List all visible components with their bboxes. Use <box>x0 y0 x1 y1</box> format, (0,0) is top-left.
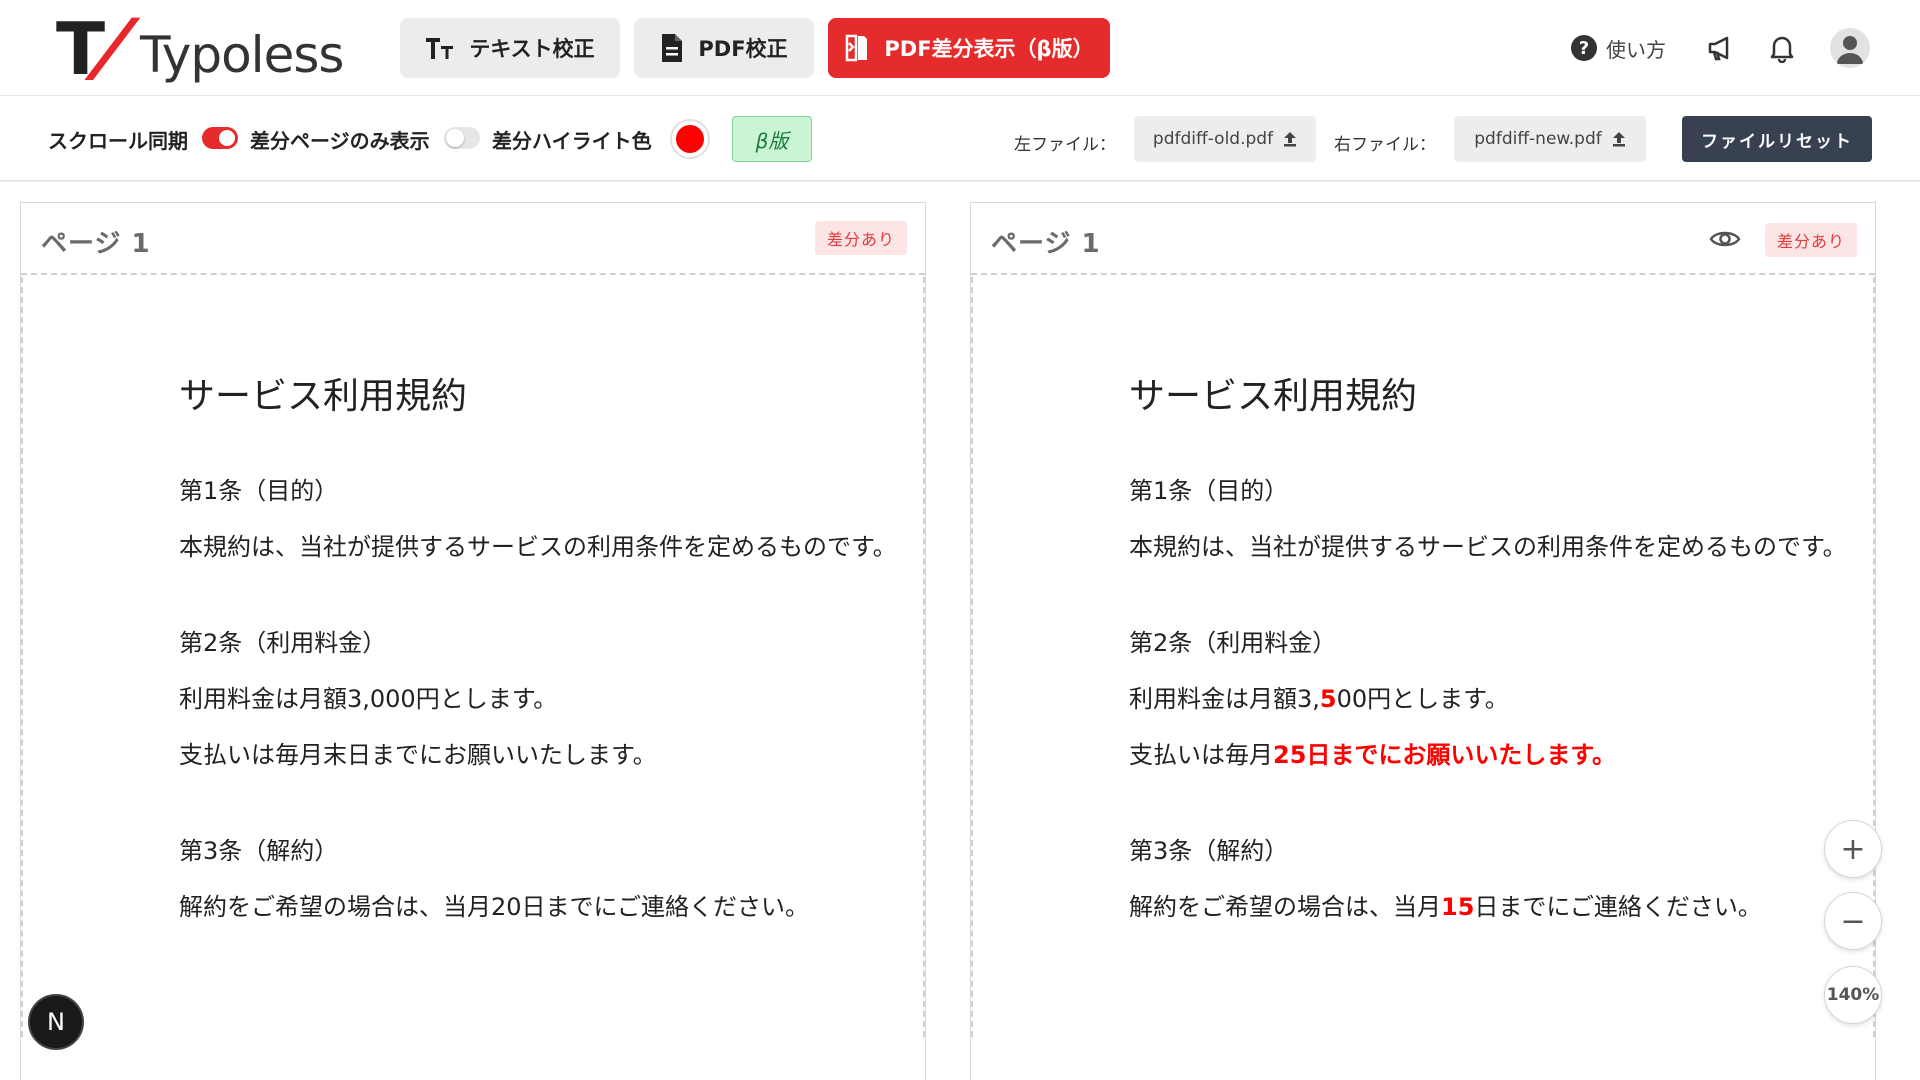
diff-content-area: ページ 1 差分あり サービス利用規約 第1条（目的） 本規約は、当社が提供する… <box>0 182 1920 1080</box>
diff-highlight: 15 <box>1441 893 1475 921</box>
doc-title: サービス利用規約 <box>1129 376 1418 417</box>
pdf-check-button[interactable]: PDF校正 <box>634 18 814 78</box>
article-2-line-2: 支払いは毎月25日までにお願いいたします。 <box>1129 735 1616 770</box>
article-3-body: 解約をご希望の場合は、当月20日までにご連絡ください。 <box>179 893 810 921</box>
article-2-line-2: 支払いは毎月末日までにお願いいたします。 <box>179 741 657 769</box>
article-2-heading: 第2条（利用料金） <box>179 629 387 657</box>
text-segment: 00円とします。 <box>1336 685 1509 713</box>
file-reset-button[interactable]: ファイルリセット <box>1682 116 1872 162</box>
zoom-out-button[interactable]: − <box>1824 892 1882 950</box>
right-document-view[interactable]: サービス利用規約 第1条（目的） 本規約は、当社が提供するサービスの利用条件を定… <box>971 277 1875 1037</box>
help-icon: ? <box>1571 35 1597 61</box>
text-segment: 解約をご希望の場合は、当月 <box>1129 893 1441 921</box>
megaphone-icon[interactable] <box>1702 30 1738 66</box>
typoless-logo[interactable]: T / Typoless <box>56 2 344 91</box>
scroll-sync-label: スクロール同期 <box>48 129 188 153</box>
upload-icon <box>1612 132 1625 147</box>
doc-title: サービス利用規約 <box>179 376 468 417</box>
zoom-in-button[interactable]: + <box>1824 820 1882 878</box>
beta-badge: β版 <box>732 116 812 162</box>
highlight-color-label: 差分ハイライト色 <box>492 129 652 153</box>
app-header: T / Typoless テキスト校正 PDF校正 PDF差分表示（β版） ? … <box>0 0 1920 96</box>
help-label: 使い方 <box>1606 37 1666 62</box>
right-file-upload-button[interactable]: pdfdiff-new.pdf <box>1454 116 1646 162</box>
text-segment: 支払いは毎月 <box>1129 741 1273 769</box>
article-2-line-1: 利用料金は月額3,500円とします。 <box>1129 679 1509 714</box>
diff-only-toggle[interactable] <box>444 127 480 149</box>
help-link[interactable]: ? 使い方 <box>1570 32 1666 64</box>
bell-icon[interactable] <box>1764 30 1800 66</box>
text-size-icon <box>426 38 454 59</box>
diff-only-label: 差分ページのみ表示 <box>250 129 430 153</box>
document-icon <box>662 34 683 62</box>
left-diff-badge: 差分あり <box>814 221 907 255</box>
article-1-heading: 第1条（目的） <box>1129 477 1289 505</box>
article-1-body: 本規約は、当社が提供するサービスの利用条件を定めるものです。 <box>179 533 897 561</box>
left-page-panel: ページ 1 差分あり サービス利用規約 第1条（目的） 本規約は、当社が提供する… <box>20 202 926 1080</box>
logo-text: Typoless <box>140 26 344 84</box>
upload-icon <box>1284 132 1297 147</box>
left-file-name: pdfdiff-old.pdf <box>1152 129 1274 149</box>
article-2-line-1: 利用料金は月額3,000円とします。 <box>179 685 558 713</box>
left-file-upload-button[interactable]: pdfdiff-old.pdf <box>1134 116 1316 162</box>
diff-highlight: 25日までにお願いいたします。 <box>1273 741 1616 769</box>
article-1-body: 本規約は、当社が提供するサービスの利用条件を定めるものです。 <box>1129 533 1847 561</box>
right-file-label: 右ファイル： <box>1334 135 1436 155</box>
user-avatar-icon[interactable] <box>1830 28 1870 68</box>
article-2-heading: 第2条（利用料金） <box>1129 629 1337 657</box>
svg-text:?: ? <box>1579 38 1589 59</box>
left-file-label: 左ファイル： <box>1014 135 1116 155</box>
right-panel-header: ページ 1 差分あり <box>971 203 1875 275</box>
text-check-button[interactable]: テキスト校正 <box>400 18 620 78</box>
article-3-body: 解約をご希望の場合は、当月15日までにご連絡ください。 <box>1129 887 1762 922</box>
text-segment: 日までにご連絡ください。 <box>1474 893 1762 921</box>
text-segment: 利用料金は月額3, <box>1129 685 1320 713</box>
highlight-color-picker[interactable] <box>672 121 708 157</box>
pdf-diff-button[interactable]: PDF差分表示（β版） <box>828 18 1110 78</box>
article-3-heading: 第3条（解約） <box>1129 837 1289 865</box>
article-3-heading: 第3条（解約） <box>179 837 339 865</box>
scroll-sync-toggle[interactable] <box>202 127 238 149</box>
left-document-view[interactable]: サービス利用規約 第1条（目的） 本規約は、当社が提供するサービスの利用条件を定… <box>21 277 925 1037</box>
right-page-title: ページ 1 <box>991 229 1101 259</box>
right-file-name: pdfdiff-new.pdf <box>1474 129 1602 149</box>
dev-tools-badge[interactable]: N <box>28 994 84 1050</box>
pdf-check-label: PDF校正 <box>698 37 788 61</box>
left-page-title: ページ 1 <box>41 229 151 259</box>
text-check-label: テキスト校正 <box>469 37 595 61</box>
zoom-level-indicator[interactable]: 140% <box>1824 966 1882 1024</box>
logo-mark: T / <box>56 2 139 91</box>
right-diff-badge: 差分あり <box>1764 223 1857 257</box>
article-1-heading: 第1条（目的） <box>179 477 339 505</box>
file-compare-icon <box>846 34 868 62</box>
right-page-panel: ページ 1 差分あり サービス利用規約 第1条（目的） 本規約は、当社が提供する… <box>970 202 1876 1080</box>
pdf-diff-label: PDF差分表示（β版） <box>884 37 1094 61</box>
diff-highlight: 5 <box>1319 685 1337 713</box>
left-panel-header: ページ 1 差分あり <box>21 203 925 275</box>
eye-icon[interactable] <box>1709 227 1741 251</box>
